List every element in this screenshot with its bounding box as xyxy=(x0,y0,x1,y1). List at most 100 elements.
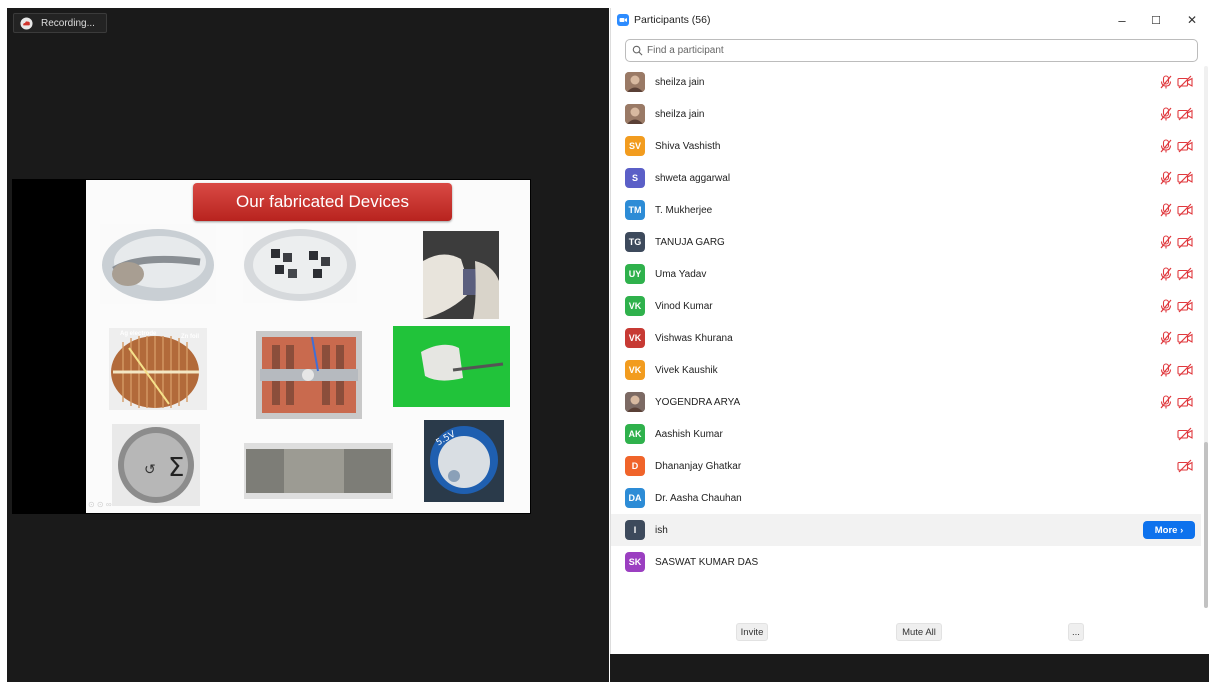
video-off-icon[interactable] xyxy=(1177,299,1193,313)
meeting-view: Recording... Our fabricated Devices Ag e… xyxy=(7,8,609,682)
mic-muted-icon[interactable] xyxy=(1159,267,1173,281)
avatar-initials: S xyxy=(631,173,638,183)
avatar-initials: VK xyxy=(628,333,642,343)
participant-row[interactable]: D Dhananjay Ghatkar xyxy=(611,450,1201,482)
zoom-logo-icon xyxy=(617,14,629,26)
participant-row[interactable]: TM T. Mukherjee xyxy=(611,194,1201,226)
avatar-initials: VK xyxy=(628,365,642,375)
meeting-view-bottom xyxy=(610,654,1209,682)
avatar: AK xyxy=(625,424,645,444)
avatar: TG xyxy=(625,232,645,252)
video-off-icon[interactable] xyxy=(1177,139,1193,153)
participant-name: Vinod Kumar xyxy=(655,300,713,312)
slide-photo-samples-dish xyxy=(243,225,357,303)
participant-row[interactable]: VK Vishwas Khurana xyxy=(611,322,1201,354)
avatar-initials: SV xyxy=(628,141,641,151)
video-off-icon[interactable] xyxy=(1177,203,1193,217)
user-photo-icon xyxy=(625,72,645,92)
invite-button[interactable]: Invite xyxy=(736,623,768,641)
mic-muted-icon[interactable] xyxy=(1159,75,1173,89)
mute-all-button[interactable]: Mute All xyxy=(896,623,942,641)
participant-row[interactable]: DA Dr. Aasha Chauhan xyxy=(611,482,1201,514)
participant-row[interactable]: AK Aashish Kumar xyxy=(611,418,1201,450)
participant-row[interactable]: Sshweta aggarwal xyxy=(611,162,1201,194)
mic-muted-icon[interactable] xyxy=(1159,107,1173,121)
user-photo-icon xyxy=(625,104,645,124)
panel-footer: Invite Mute All ... xyxy=(611,616,1209,650)
participant-row[interactable]: Iish More › xyxy=(611,514,1201,546)
participant-name: Aashish Kumar xyxy=(655,428,723,440)
participant-more-button[interactable]: More › xyxy=(1143,521,1195,539)
participant-row[interactable]: UY Uma Yadav xyxy=(611,258,1201,290)
screen-share: Our fabricated Devices Ag electrode Zn f… xyxy=(12,179,531,514)
participant-row[interactable]: sheilza jain xyxy=(611,66,1201,98)
slide-photo-hand-device xyxy=(423,231,499,319)
user-photo-icon xyxy=(625,392,645,412)
participant-row[interactable]: SV Shiva Vashisth xyxy=(611,130,1201,162)
participant-name: shweta aggarwal xyxy=(655,172,731,184)
panel-title: Participants (56) xyxy=(634,14,711,26)
avatar-initials: AK xyxy=(628,429,642,439)
recording-indicator[interactable]: Recording... xyxy=(13,13,107,33)
video-off-icon[interactable] xyxy=(1177,171,1193,185)
mic-muted-icon[interactable] xyxy=(1159,363,1173,377)
video-off-icon[interactable] xyxy=(1177,107,1193,121)
mic-muted-icon[interactable] xyxy=(1159,299,1173,313)
participant-row[interactable]: YOGENDRA ARYA xyxy=(611,386,1201,418)
avatar: D xyxy=(625,456,645,476)
participant-row[interactable]: VK Vivek Kaushik xyxy=(611,354,1201,386)
avatar: SK xyxy=(625,552,645,572)
search-input[interactable] xyxy=(647,45,1167,56)
participant-list: sheilza jain sheilza jain SV Shiva Vashisth… xyxy=(611,66,1201,594)
slide-photo-coin-cell: Σ ↺ xyxy=(112,424,200,506)
svg-text:↺: ↺ xyxy=(144,462,156,478)
mic-muted-icon[interactable] xyxy=(1159,235,1173,249)
avatar-initials: VK xyxy=(628,301,642,311)
video-off-icon[interactable] xyxy=(1177,427,1193,441)
video-off-icon[interactable] xyxy=(1177,75,1193,89)
video-off-icon[interactable] xyxy=(1177,395,1193,409)
participant-row[interactable]: sheilza jain xyxy=(611,98,1201,130)
search-box[interactable] xyxy=(625,39,1198,62)
more-options-button[interactable]: ... xyxy=(1068,623,1084,641)
video-off-icon[interactable] xyxy=(1177,331,1193,345)
video-off-icon[interactable] xyxy=(1177,363,1193,377)
avatar: VK xyxy=(625,360,645,380)
panel-titlebar: Participants (56) – ☐ ✕ xyxy=(611,8,1209,32)
participant-name: ish xyxy=(655,524,668,536)
participant-row[interactable]: SK SASWAT KUMAR DAS xyxy=(611,546,1201,578)
participant-name: Uma Yadav xyxy=(655,268,707,280)
list-scrollbar[interactable] xyxy=(1203,66,1209,608)
participant-name: TANUJA GARG xyxy=(655,236,725,248)
avatar: VK xyxy=(625,328,645,348)
slide-photo-green-flexible xyxy=(393,326,510,407)
mic-muted-icon[interactable] xyxy=(1159,171,1173,185)
video-off-icon[interactable] xyxy=(1177,459,1193,473)
avatar: I xyxy=(625,520,645,540)
participant-row[interactable]: TG TANUJA GARG xyxy=(611,226,1201,258)
avatar: TM xyxy=(625,200,645,220)
maximize-button[interactable]: ☐ xyxy=(1141,10,1171,30)
participant-row[interactable]: VK Vinod Kumar xyxy=(611,290,1201,322)
zoom-app: Recording... Our fabricated Devices Ag e… xyxy=(0,0,1209,682)
minimize-button[interactable]: – xyxy=(1107,10,1137,30)
video-off-icon[interactable] xyxy=(1177,235,1193,249)
mic-muted-icon[interactable] xyxy=(1159,395,1173,409)
mic-muted-icon[interactable] xyxy=(1159,331,1173,345)
participant-name: Vivek Kaushik xyxy=(655,364,718,376)
participant-name: sheilza jain xyxy=(655,108,705,120)
video-off-icon[interactable] xyxy=(1177,267,1193,281)
mic-muted-icon[interactable] xyxy=(1159,139,1173,153)
close-button[interactable]: ✕ xyxy=(1177,10,1207,30)
participant-name: YOGENDRA ARYA xyxy=(655,396,741,408)
participant-name: Dhananjay Ghatkar xyxy=(655,460,742,472)
search-icon xyxy=(632,45,643,56)
scrollbar-thumb[interactable] xyxy=(1204,442,1208,608)
slide-photo-capacitor: 5.5V xyxy=(424,420,504,502)
avatar: S xyxy=(625,168,645,188)
slide-photo-electrode-grid xyxy=(109,328,207,410)
mic-muted-icon[interactable] xyxy=(1159,203,1173,217)
avatar-initials: I xyxy=(633,525,637,535)
participant-name: Vishwas Khurana xyxy=(655,332,733,344)
slide-label-zn-foil: Zn foil xyxy=(181,334,199,340)
